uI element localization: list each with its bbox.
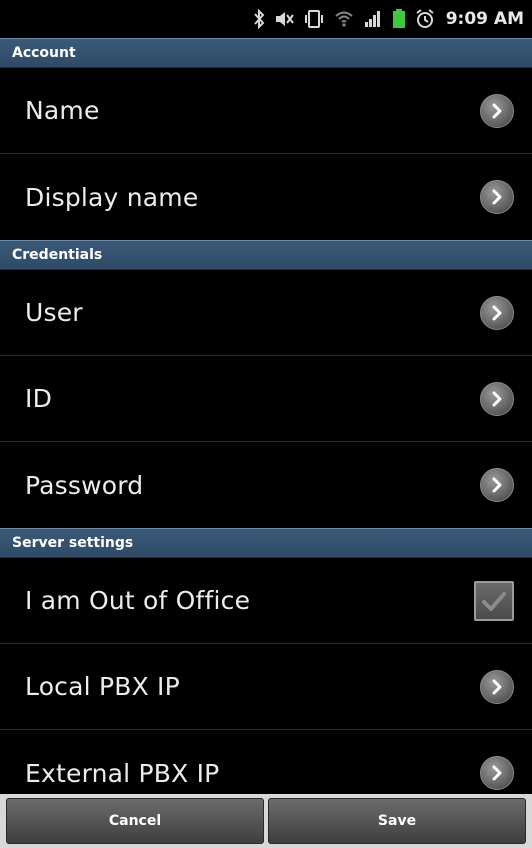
status-bar: 9:09 AM [0,0,532,38]
pref-out-of-office[interactable]: I am Out of Office [0,558,532,644]
wifi-icon [334,9,354,29]
chevron-right-icon [480,756,514,790]
pref-label: ID [25,384,53,413]
section-header-server-settings: Server settings [0,528,532,558]
chevron-right-icon [480,669,514,704]
chevron-right-icon [480,468,514,502]
pref-label: Password [25,470,144,500]
mute-icon [274,9,294,29]
pref-label: User [25,298,83,327]
chevron-right-icon [480,180,514,214]
pref-label: Name [25,96,100,125]
pref-label: Local PBX IP [25,672,180,701]
pref-label: I am Out of Office [25,586,251,615]
pref-display-name[interactable]: Display name [0,154,532,240]
signal-icon [363,9,383,29]
bluetooth-icon [253,9,265,29]
vibrate-icon [303,9,325,29]
cancel-button[interactable]: Cancel [6,798,264,844]
save-button[interactable]: Save [268,798,526,844]
alarm-icon [415,9,435,29]
chevron-right-icon [480,93,514,128]
pref-local-pbx-ip[interactable]: Local PBX IP [0,644,532,730]
section-header-credentials: Credentials [0,240,532,270]
pref-label: External PBX IP [25,758,220,788]
pref-password[interactable]: Password [0,442,532,528]
chevron-right-icon [480,381,514,416]
out-of-office-checkbox[interactable] [474,580,514,621]
button-bar: Cancel Save [0,794,532,848]
section-header-account: Account [0,38,532,68]
pref-label: Display name [25,182,199,212]
settings-list[interactable]: Account Name Display name Credentials Us… [0,38,532,848]
battery-icon [392,9,406,29]
pref-user[interactable]: User [0,270,532,356]
chevron-right-icon [480,295,514,330]
pref-name[interactable]: Name [0,68,532,154]
clock: 9:09 AM [445,9,524,29]
pref-id[interactable]: ID [0,356,532,442]
checkmark-icon [482,591,506,611]
